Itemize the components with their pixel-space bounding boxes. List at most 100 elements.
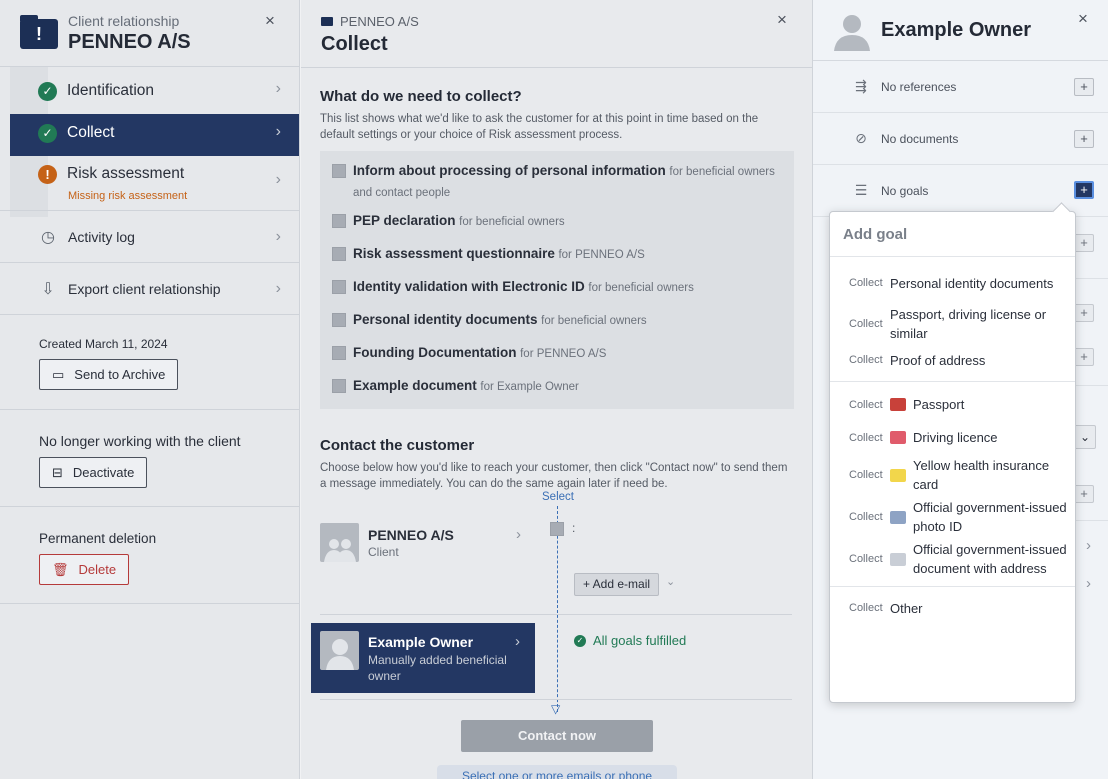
close-collect-icon[interactable]: ×: [777, 10, 787, 30]
activity-log-icon: ◷: [41, 228, 55, 246]
collect-item-sub: for beneficial owners: [588, 282, 694, 294]
party-row-client: PENNEO A/S Client › : + Add e-mail ⌄: [320, 507, 792, 615]
driving-licence-icon: [890, 431, 906, 444]
collect-item-main: Identity validation with Electronic ID: [353, 279, 585, 294]
goal-option[interactable]: Collect Proof of address: [830, 345, 1075, 375]
add-goal-title: Add goal: [830, 212, 1075, 257]
collect-item-sub: for PENNEO A/S: [520, 348, 607, 360]
activity-log-label: Activity log: [68, 228, 135, 245]
add-item-button[interactable]: +: [1074, 304, 1094, 322]
chevron-down-icon[interactable]: ⌄: [1074, 425, 1096, 449]
collect-item-main: PEP declaration: [353, 213, 456, 228]
deactivate-button[interactable]: ⊟ Deactivate: [39, 457, 148, 488]
goal-verb: Collect: [849, 602, 883, 614]
goal-option[interactable]: Collect Other: [830, 593, 1075, 623]
left-panel-header: ! Client relationship PENNEO A/S ×: [0, 0, 299, 67]
goal-option[interactable]: Collect Passport, driving license or simi…: [830, 303, 1075, 345]
goal-option-text: Official government-issued photo ID: [913, 500, 1067, 534]
chevron-right-icon: ›: [275, 279, 281, 297]
add-email-button[interactable]: + Add e-mail: [574, 573, 660, 596]
contact-now-button[interactable]: Contact now: [461, 720, 653, 752]
goal-verb: Collect: [849, 511, 883, 523]
deactivate-label: No longer working with the client: [39, 433, 241, 449]
collect-item-checkbox[interactable]: [332, 214, 346, 228]
chevron-right-icon[interactable]: ›: [516, 526, 521, 543]
export-link[interactable]: ⇩ Export client relationship ›: [0, 262, 299, 314]
chevron-right-icon: ›: [275, 123, 281, 140]
goal-option[interactable]: Collect Official government-issued docume…: [830, 538, 1075, 580]
goal-option-text: Driving licence: [913, 430, 998, 445]
close-owner-icon[interactable]: ×: [1078, 9, 1088, 29]
collect-item: PEP declaration for beneficial owners: [332, 207, 782, 240]
chevron-right-icon: ›: [275, 80, 281, 97]
goal-verb: Collect: [849, 277, 883, 289]
contact-heading: Contact the customer: [320, 437, 475, 454]
collect-item: Identity validation with Electronic ID f…: [332, 273, 782, 306]
add-item-button[interactable]: +: [1074, 234, 1094, 252]
delete-label: Permanent deletion: [39, 531, 157, 546]
references-row: ⇶ No references +: [813, 61, 1108, 113]
goal-option[interactable]: Collect Yellow health insurance card: [830, 454, 1075, 496]
collect-item-sub: for PENNEO A/S: [558, 249, 645, 261]
trash-icon: 🗑: [52, 561, 69, 577]
add-item-button[interactable]: +: [1074, 485, 1094, 503]
document-icon: [890, 552, 906, 566]
collect-item-text: Inform about processing of personal info…: [353, 161, 782, 203]
goal-verb: Collect: [849, 469, 883, 481]
collect-item: Inform about processing of personal info…: [332, 157, 782, 207]
party-select-checkbox[interactable]: [550, 522, 564, 536]
archive-section: Created March 11, 2024 ▭ Send to Archive: [0, 314, 299, 409]
goal-option[interactable]: Collect Official government-issued photo …: [830, 496, 1075, 538]
collect-item-checkbox[interactable]: [332, 280, 346, 294]
person-avatar-icon: [320, 631, 359, 670]
goal-option[interactable]: Collect Personal identity documents: [830, 263, 1075, 303]
documents-label: No documents: [881, 131, 959, 146]
goal-option[interactable]: Collect Passport: [830, 388, 1075, 421]
add-item-button[interactable]: +: [1074, 348, 1094, 366]
step-identification[interactable]: ✓ Identification ›: [0, 67, 299, 114]
alert-icon: !: [36, 24, 42, 44]
passport-icon: [890, 398, 906, 411]
folder-icon: ⊟: [52, 464, 63, 480]
delete-button[interactable]: 🗑 Delete: [39, 554, 130, 585]
client-name-title: PENNEO A/S: [68, 31, 191, 53]
close-left-panel-icon[interactable]: ×: [265, 11, 275, 31]
photo-id-icon: [890, 510, 906, 524]
select-link[interactable]: Select: [542, 491, 574, 503]
collect-item-checkbox[interactable]: [332, 247, 346, 261]
send-to-archive-button[interactable]: ▭ Send to Archive: [39, 359, 179, 390]
goal-option-text: Proof of address: [890, 352, 986, 368]
goal-options: Collect Personal identity documents Collec…: [830, 257, 1075, 629]
collect-item-main: Risk assessment questionnaire: [353, 246, 555, 261]
goal-option[interactable]: Collect Driving licence: [830, 421, 1075, 454]
goals-label: No goals: [881, 183, 929, 198]
deactivate-btn-label: Deactivate: [72, 465, 135, 480]
export-label: Export client relationship: [68, 280, 221, 297]
goal-option-group: Collect Personal identity documents Collec…: [830, 257, 1075, 382]
goal-option-text: Passport, driving license or similar: [890, 307, 1047, 341]
add-reference-button[interactable]: +: [1074, 78, 1094, 96]
chevron-down-icon[interactable]: ⌄: [666, 575, 675, 588]
folder-icon: [321, 17, 333, 26]
collect-item-checkbox[interactable]: [332, 379, 346, 393]
delete-btn-label: Delete: [78, 562, 117, 577]
divider: [1076, 385, 1108, 386]
add-document-button[interactable]: +: [1074, 130, 1094, 148]
step-label: Risk assessment: [67, 165, 185, 182]
activity-log-link[interactable]: ◷ Activity log ›: [0, 210, 299, 262]
party-row-example-owner[interactable]: Example Owner Manually added beneficial …: [311, 623, 535, 693]
chevron-right-icon[interactable]: ›: [1086, 537, 1091, 554]
add-goal-button[interactable]: +: [1074, 181, 1094, 199]
collect-item: Founding Documentation for PENNEO A/S: [332, 339, 782, 372]
step-risk-assessment[interactable]: ! Risk assessment Missing risk assessmen…: [0, 156, 299, 210]
collect-item-checkbox[interactable]: [332, 346, 346, 360]
collect-list: Inform about processing of personal info…: [320, 151, 794, 409]
client-relationship-panel: ! Client relationship PENNEO A/S × ✓ Ide…: [0, 0, 300, 779]
chevron-right-icon[interactable]: ›: [1086, 575, 1091, 592]
goal-option-text: Personal identity documents: [890, 275, 1054, 291]
goal-option-group: Collect Other: [830, 587, 1075, 629]
collect-item-checkbox[interactable]: [332, 164, 346, 178]
step-collect[interactable]: ✓ Collect ›: [10, 114, 299, 156]
goal-verb: Collect: [849, 553, 883, 565]
collect-item-checkbox[interactable]: [332, 313, 346, 327]
